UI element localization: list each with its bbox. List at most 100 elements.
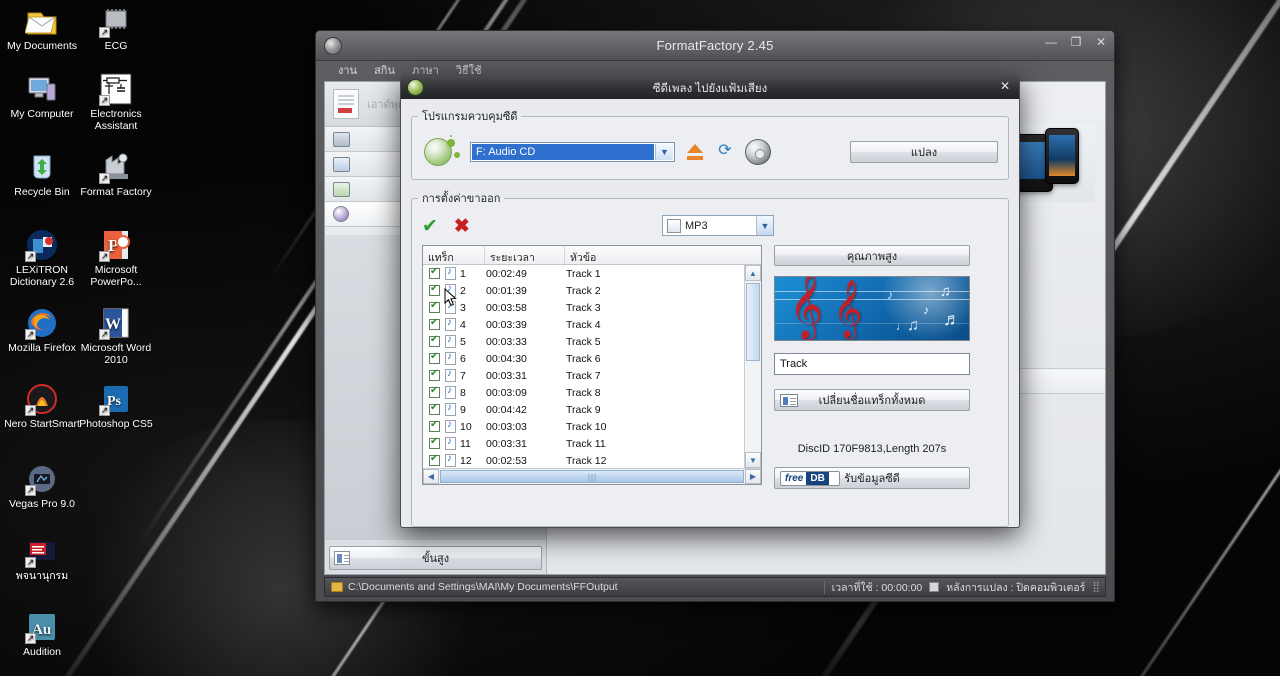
track-duration: 00:04:42: [486, 403, 527, 416]
table-row[interactable]: 8 00:03:09 Track 8: [423, 384, 743, 401]
maximize-button[interactable]: ❐: [1069, 35, 1083, 49]
desktop-icon-audition[interactable]: Au ↗ Audition: [4, 610, 80, 659]
select-all-icon[interactable]: ✔: [422, 217, 438, 236]
audition-icon: Au ↗: [25, 610, 59, 644]
shortcut-overlay-icon: ↗: [99, 173, 110, 184]
horizontal-scrollbar[interactable]: ◀ ▶: [423, 468, 761, 484]
track-number: 6: [460, 352, 466, 365]
track-checkbox[interactable]: [429, 334, 440, 347]
table-row[interactable]: 1 00:02:49 Track 1: [423, 265, 743, 282]
table-row[interactable]: 11 00:03:31 Track 11: [423, 435, 743, 452]
phone-preview-right: [1045, 128, 1079, 184]
freedb-logo-icon: free DB: [780, 471, 840, 486]
track-title: Track 8: [566, 386, 601, 399]
deselect-all-icon[interactable]: ✖: [454, 217, 470, 236]
get-cd-info-label: รับข้อมูลซีดี: [844, 473, 900, 485]
vertical-scrollbar[interactable]: ▲ ▼: [744, 265, 761, 468]
scroll-down-arrow-icon[interactable]: ▼: [745, 452, 761, 468]
folder-icon: [331, 582, 343, 592]
track-checkbox[interactable]: [429, 385, 440, 398]
desktop-icon-ecg[interactable]: ↗ ECG: [78, 4, 154, 53]
chevron-down-icon[interactable]: ▼: [655, 144, 673, 160]
track-list[interactable]: แทร็ก ระยะเวลา หัวข้อ 1 00:02:49 Track 1: [422, 245, 762, 485]
get-cd-info-button[interactable]: free DB รับข้อมูลซีดี: [774, 467, 970, 489]
desktop-icon-lexitron[interactable]: ↗ LEXiTRON Dictionary 2.6: [4, 228, 80, 288]
music-note-icon: [445, 385, 456, 399]
minimize-button[interactable]: —: [1044, 35, 1058, 49]
advanced-button[interactable]: ขั้นสูง: [329, 546, 542, 570]
music-note-icon: [445, 419, 456, 433]
track-name-input[interactable]: [774, 353, 970, 375]
dialog-close-button[interactable]: ✕: [1000, 79, 1010, 93]
desktop-icon-my-documents[interactable]: My Documents: [4, 4, 80, 53]
column-header-title[interactable]: หัวข้อ: [565, 246, 761, 264]
track-checkbox[interactable]: [429, 436, 440, 449]
quality-button[interactable]: คุณภาพสูง: [774, 245, 970, 266]
desktop-icon-label: Microsoft Word 2010: [80, 342, 152, 366]
horizontal-scroll-thumb[interactable]: [440, 470, 744, 483]
desktop-icon-label: Recycle Bin: [14, 186, 70, 198]
track-number: 8: [460, 386, 466, 399]
disc-info-text: DiscID 170F9813,Length 207s: [797, 443, 947, 455]
track-checkbox[interactable]: [429, 351, 440, 364]
table-row[interactable]: 9 00:04:42 Track 9: [423, 401, 743, 418]
format-factory-icon: ↗: [99, 150, 133, 184]
track-checkbox[interactable]: [429, 317, 440, 330]
track-checkbox[interactable]: [429, 300, 440, 313]
desktop-icon-my-computer[interactable]: My Computer: [4, 72, 80, 121]
desktop-icon-label: Photoshop CS5: [79, 418, 153, 430]
scroll-up-arrow-icon[interactable]: ▲: [745, 265, 761, 281]
track-checkbox[interactable]: [429, 283, 440, 296]
track-checkbox[interactable]: [429, 419, 440, 432]
table-row[interactable]: 12 00:02:53 Track 12: [423, 452, 743, 468]
table-row[interactable]: 10 00:03:03 Track 10: [423, 418, 743, 435]
track-checkbox[interactable]: [429, 368, 440, 381]
menu-item-skin[interactable]: สกิน: [374, 61, 395, 79]
desktop-icon-dictionary-thai[interactable]: ↗ พจนานุกรม: [4, 534, 80, 583]
table-row[interactable]: 2 00:01:39 Track 2: [423, 282, 743, 299]
scroll-right-arrow-icon[interactable]: ▶: [745, 469, 761, 484]
desktop-icon-firefox[interactable]: ↗ Mozilla Firefox: [4, 306, 80, 355]
chevron-down-icon[interactable]: ▼: [756, 216, 773, 235]
album-art-image: 𝄞 𝄞 ♫ ♪ ♬ ♩ ♪ ♫: [774, 276, 970, 341]
track-checkbox[interactable]: [429, 402, 440, 415]
vertical-scroll-thumb[interactable]: [746, 283, 760, 361]
rename-all-tracks-button[interactable]: เปลี่ยนชื่อแทร็กทั้งหมด: [774, 389, 970, 411]
convert-button[interactable]: แปลง: [850, 141, 998, 163]
dialog-titlebar[interactable]: ซีดีเพลง ไปยังแฟ้มเสียง ✕: [401, 76, 1019, 99]
table-row[interactable]: 3 00:03:58 Track 3: [423, 299, 743, 316]
table-row[interactable]: 4 00:03:39 Track 4: [423, 316, 743, 333]
desktop-icon-recycle-bin[interactable]: Recycle Bin: [4, 150, 80, 199]
desktop-icon-powerpoint[interactable]: P ↗ Microsoft PowerPo...: [78, 228, 154, 288]
desktop-icon-electronics-assistant[interactable]: ↗ Electronics Assistant: [78, 72, 154, 132]
resize-grip[interactable]: ⣿: [1092, 581, 1100, 593]
desktop-icon-label: ECG: [104, 40, 128, 52]
track-checkbox[interactable]: [429, 266, 440, 279]
cd-disc-icon: [745, 139, 771, 165]
track-checkbox[interactable]: [429, 453, 440, 466]
output-settings-legend: การตั้งค่าขาออก: [422, 193, 501, 205]
desktop-icon-vegas-pro[interactable]: ↗ Vegas Pro 9.0: [4, 462, 80, 511]
column-header-duration[interactable]: ระยะเวลา: [485, 246, 565, 264]
table-row[interactable]: 6 00:04:30 Track 6: [423, 350, 743, 367]
menu-item-tasks[interactable]: งาน: [338, 61, 357, 79]
after-convert-checkbox[interactable]: [929, 582, 940, 592]
desktop-icon-photoshop[interactable]: Ps ↗ Photoshop CS5: [78, 382, 154, 431]
table-row[interactable]: 7 00:03:31 Track 7: [423, 367, 743, 384]
desktop-icon-word[interactable]: W ↗ Microsoft Word 2010: [78, 306, 154, 366]
close-button[interactable]: ✕: [1094, 35, 1108, 49]
word-icon: W ↗: [99, 306, 133, 340]
scroll-left-arrow-icon[interactable]: ◀: [423, 469, 439, 484]
output-path-text[interactable]: C:\Documents and Settings\MAI\My Documen…: [348, 581, 618, 593]
cd-drive-select[interactable]: F: Audio CD ▼: [470, 142, 675, 162]
rename-icon: [780, 394, 798, 407]
device-preview-image: [1009, 124, 1095, 202]
refresh-icon[interactable]: ⟳: [715, 143, 735, 161]
column-header-track[interactable]: แทร็ก: [423, 246, 485, 264]
main-window-titlebar[interactable]: FormatFactory 2.45 — ❐ ✕: [316, 31, 1114, 61]
table-row[interactable]: 5 00:03:33 Track 5: [423, 333, 743, 350]
desktop-icon-format-factory[interactable]: ↗ Format Factory: [78, 150, 154, 199]
desktop-icon-nero[interactable]: ↗ Nero StartSmart: [4, 382, 80, 431]
output-format-select[interactable]: MP3 ▼: [662, 215, 774, 236]
eject-icon[interactable]: [685, 143, 705, 161]
